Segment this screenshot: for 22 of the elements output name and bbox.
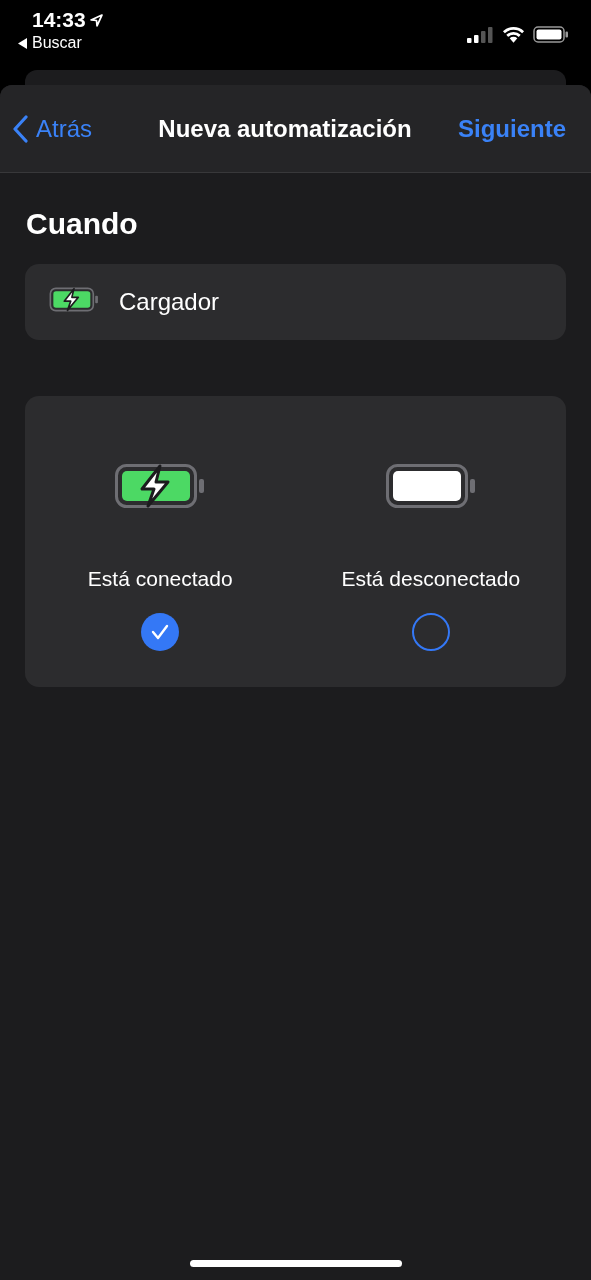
- battery-icon: [114, 463, 207, 509]
- back-triangle-icon: [18, 37, 28, 49]
- back-to-app-link[interactable]: Buscar: [18, 34, 103, 52]
- radio-button[interactable]: [411, 613, 450, 651]
- trigger-row[interactable]: Cargador: [25, 264, 566, 340]
- battery-icon: [384, 463, 477, 509]
- location-arrow-icon: [89, 13, 103, 27]
- chevron-left-icon: [12, 114, 28, 143]
- screen-title: Nueva automatización: [157, 114, 413, 143]
- option-label: Está conectado: [87, 567, 233, 591]
- selected-radio[interactable]: [141, 613, 180, 651]
- next-button[interactable]: Siguiente: [458, 114, 566, 143]
- section-heading: Cuando: [26, 206, 139, 242]
- clock-time: 14:33: [32, 8, 86, 32]
- battery-icon: [49, 286, 99, 312]
- wifi-icon: [502, 26, 525, 43]
- back-button[interactable]: Atrás: [12, 114, 92, 143]
- option-label: Está desconectado: [341, 567, 521, 591]
- battery-icon: [533, 26, 569, 43]
- checkmark-icon: [151, 624, 170, 640]
- signal-icon: [467, 26, 494, 43]
- trigger-label: Cargador: [119, 288, 220, 316]
